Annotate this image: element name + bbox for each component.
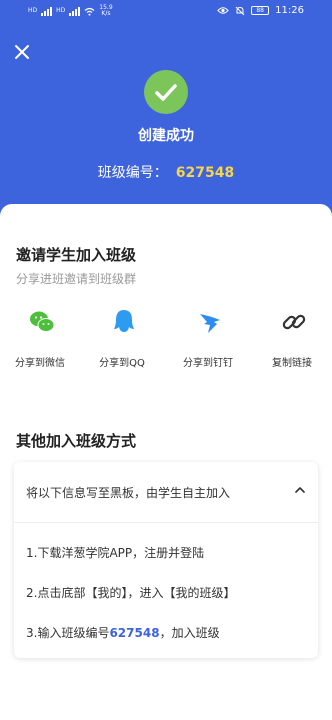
blackboard-method-card: 将以下信息写至黑板，由学生自主加入 1.下载洋葱学院APP，注册并登陆 2.点击… <box>14 462 318 658</box>
divider <box>14 522 318 523</box>
step-3-prefix: 3.输入班级编号 <box>26 626 110 640</box>
method-header: 将以下信息写至黑板，由学生自主加入 <box>26 486 231 500</box>
success-check-icon <box>144 70 188 114</box>
network-tag: HD <box>56 7 66 14</box>
share-dingtalk-label: 分享到钉钉 <box>183 358 233 369</box>
status-right: 88 11:26 <box>217 5 304 16</box>
step-3: 3.输入班级编号627548，加入班级 <box>26 624 220 641</box>
class-code-value: 627548 <box>175 165 235 181</box>
status-left: HD HD 15.9 K/s <box>28 5 113 17</box>
invite-title: 邀请学生加入班级 <box>16 246 137 264</box>
share-options: 分享到微信 分享到QQ 分享到钉钉 复制链接 <box>0 308 332 369</box>
mute-bell-icon <box>235 6 245 15</box>
wifi-icon <box>84 7 95 16</box>
share-qq-label: 分享到QQ <box>99 358 145 369</box>
clock: 11:26 <box>275 5 304 16</box>
success-title: 创建成功 <box>138 128 194 144</box>
eye-icon <box>217 7 229 14</box>
status-bar: HD HD 15.9 K/s 88 11:26 <box>0 0 332 24</box>
step-3-class-code: 627548 <box>109 626 160 640</box>
content-sheet: 邀请学生加入班级 分享进班邀请到班级群 分享到微信 分享到QQ 分享到钉钉 复制… <box>0 204 332 720</box>
share-dingtalk-button[interactable]: 分享到钉钉 <box>172 308 244 369</box>
invite-subtitle: 分享进班邀请到班级群 <box>16 272 137 286</box>
network-speed: 15.9 K/s <box>99 4 113 17</box>
step-2: 2.点击底部【我的】，进入【我的班级】 <box>26 586 236 600</box>
wechat-icon <box>30 311 55 332</box>
link-icon <box>282 314 306 330</box>
share-qq-button[interactable]: 分享到QQ <box>86 308 158 369</box>
network-tag: HD <box>28 7 38 14</box>
qq-icon <box>114 310 134 332</box>
share-wechat-button[interactable]: 分享到微信 <box>4 308 76 369</box>
success-header: HD HD 15.9 K/s 88 11:26 创建成功 班级编号： 627548 <box>0 0 332 230</box>
class-code-line: 班级编号： 627548 <box>0 162 332 182</box>
close-icon[interactable] <box>12 42 32 62</box>
battery-icon: 88 <box>251 6 270 15</box>
dingtalk-icon <box>200 314 220 333</box>
step-1: 1.下载洋葱学院APP，注册并登陆 <box>26 546 205 560</box>
class-code-label: 班级编号： <box>97 165 168 181</box>
copy-link-button[interactable]: 复制链接 <box>256 308 328 369</box>
chevron-up-icon[interactable] <box>292 482 308 498</box>
copy-link-label: 复制链接 <box>272 358 312 369</box>
share-wechat-label: 分享到微信 <box>15 358 65 369</box>
other-methods-title: 其他加入班级方式 <box>16 432 137 450</box>
signal-icon <box>69 6 81 16</box>
signal-icon <box>41 6 53 16</box>
step-3-suffix: ，加入班级 <box>159 626 220 640</box>
